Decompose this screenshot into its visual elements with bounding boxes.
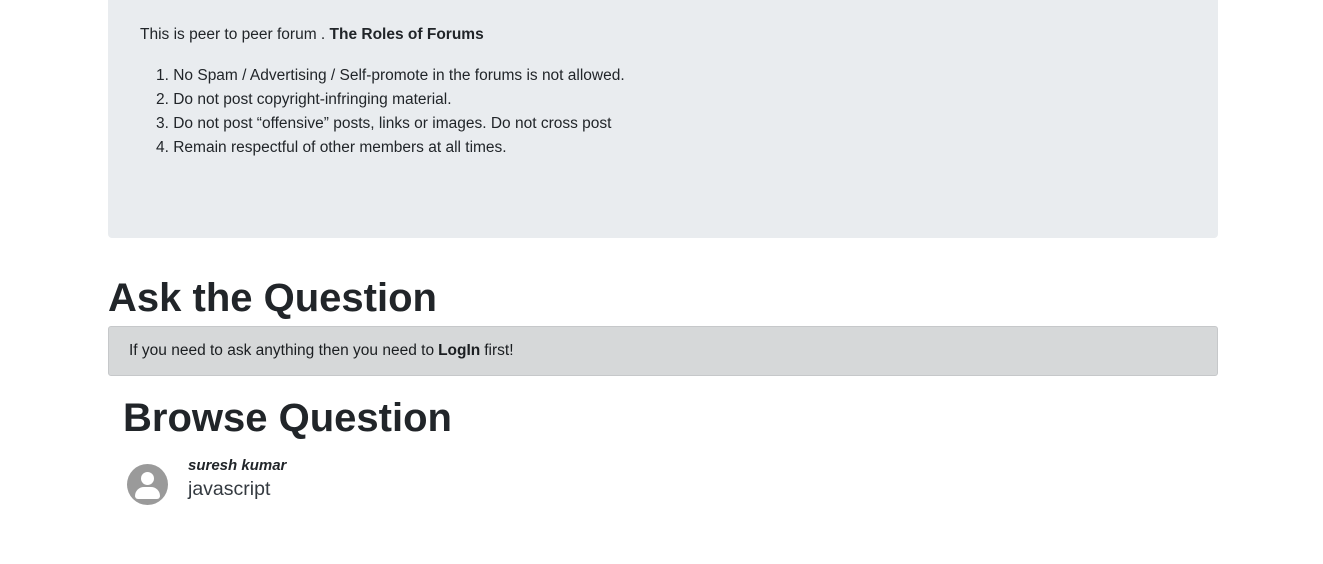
ask-question-heading: Ask the Question bbox=[108, 276, 437, 320]
rule-item: 3. Do not post “offensive” posts, links … bbox=[156, 115, 612, 132]
intro-text: This is peer to peer forum . bbox=[140, 26, 326, 43]
main-container: This is peer to peer forum . The Roles o… bbox=[108, 0, 1218, 505]
question-item: suresh kumar javascript bbox=[123, 456, 1218, 505]
rules-list: 1. No Spam / Advertising / Self-promote … bbox=[140, 64, 1186, 160]
browse-section: Browse Question suresh kumar javascript bbox=[108, 394, 1218, 505]
intro-heading: The Roles of Forums bbox=[329, 26, 484, 43]
forum-intro: This is peer to peer forum . The Roles o… bbox=[140, 24, 1186, 46]
rule-item: 4. Remain respectful of other members at… bbox=[156, 139, 507, 156]
rule-item: 1. No Spam / Advertising / Self-promote … bbox=[156, 67, 625, 84]
rule-item: 2. Do not post copyright-infringing mate… bbox=[156, 91, 452, 108]
alert-text-after: first! bbox=[484, 342, 514, 359]
question-title-link[interactable]: javascript bbox=[188, 476, 286, 502]
browse-question-heading: Browse Question bbox=[123, 396, 452, 440]
login-link[interactable]: LogIn bbox=[438, 342, 480, 360]
question-text: suresh kumar javascript bbox=[188, 456, 286, 502]
login-alert: If you need to ask anything then you nee… bbox=[108, 326, 1218, 376]
user-avatar-icon bbox=[127, 464, 168, 505]
forum-rules-panel: This is peer to peer forum . The Roles o… bbox=[108, 0, 1218, 238]
alert-text-before: If you need to ask anything then you nee… bbox=[129, 342, 435, 359]
question-author: suresh kumar bbox=[188, 457, 287, 474]
